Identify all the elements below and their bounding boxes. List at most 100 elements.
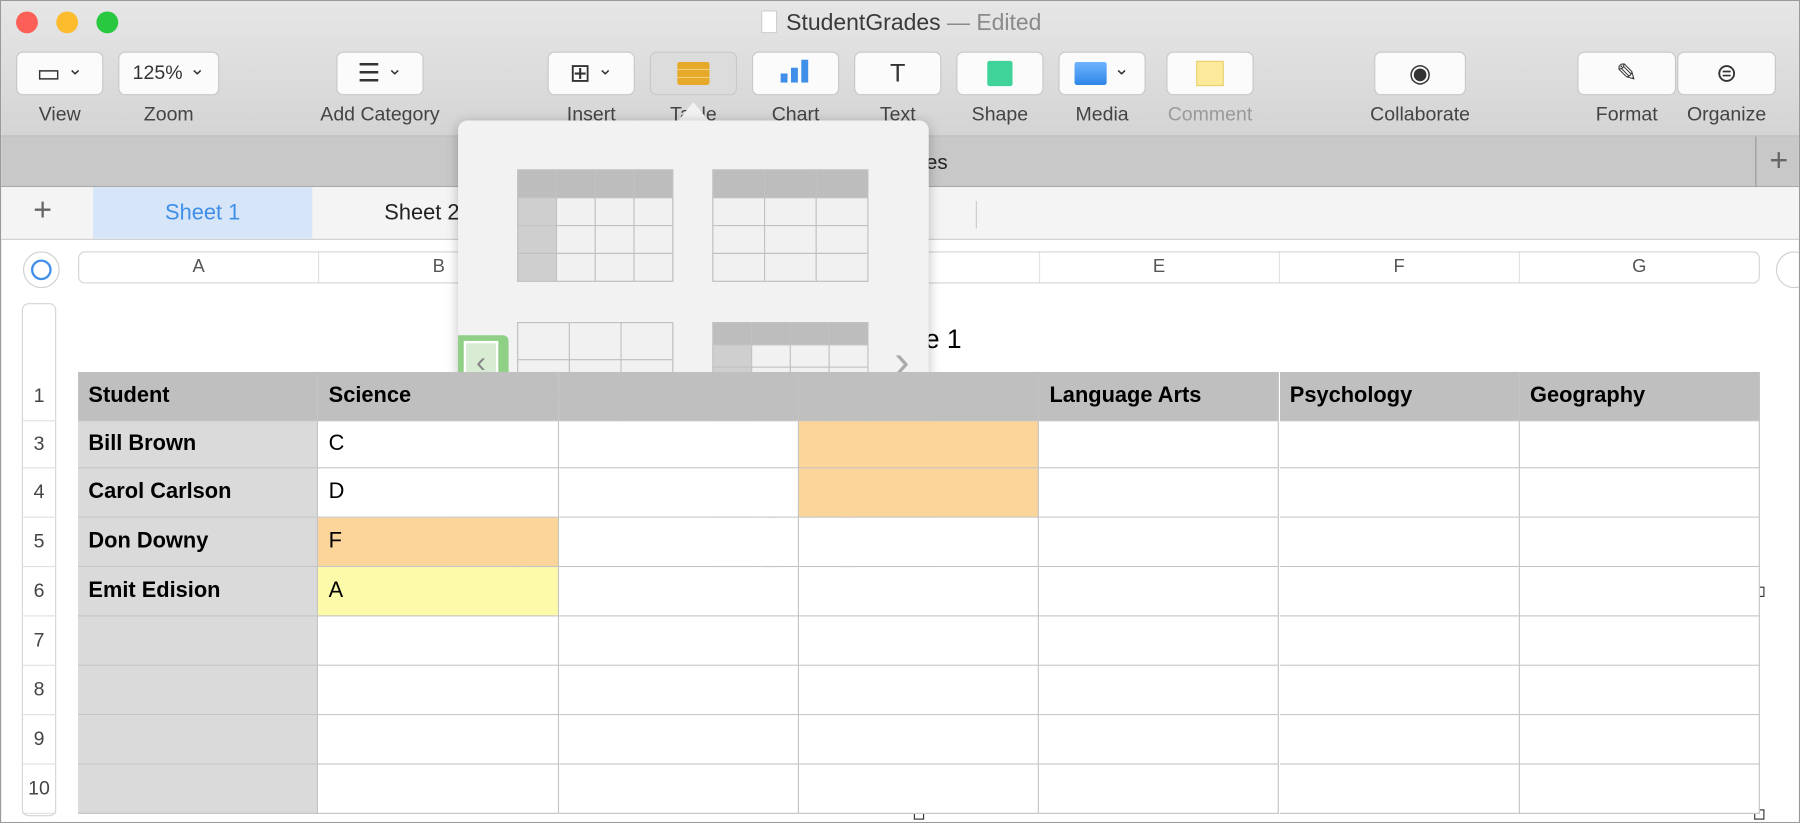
table-cell[interactable]	[798, 715, 1040, 765]
table-cell[interactable]	[1279, 764, 1520, 814]
table-cell[interactable]	[1039, 468, 1280, 518]
table-cell[interactable]: F	[318, 517, 559, 568]
table-cell[interactable]	[1039, 715, 1280, 765]
row-number[interactable]: 8	[21, 666, 57, 716]
select-table-button[interactable]	[22, 251, 60, 289]
table-cell[interactable]	[1519, 715, 1760, 765]
shape-button[interactable]	[956, 51, 1044, 96]
table-cell[interactable]	[1279, 517, 1520, 568]
add-sheet-plus-icon[interactable]: +	[33, 192, 52, 229]
table-cell[interactable]	[1519, 421, 1760, 469]
table-cell[interactable]: D	[318, 468, 559, 518]
header-cell[interactable]: Psychology	[1279, 371, 1520, 422]
chevron-down-icon: ⌄	[1113, 59, 1130, 80]
table-cell[interactable]	[1279, 567, 1520, 617]
table-cell[interactable]	[318, 665, 559, 716]
table-button[interactable]	[649, 51, 738, 96]
row-header-cell[interactable]: Carol Carlson	[78, 468, 319, 518]
table-cell[interactable]	[1279, 421, 1520, 469]
view-button[interactable]: ▭ ⌄	[16, 51, 104, 96]
sheet-tab-1[interactable]: Sheet 1	[92, 187, 313, 239]
chart-button[interactable]	[751, 51, 840, 96]
row-number[interactable]: 1	[21, 372, 57, 422]
table-cell[interactable]	[318, 764, 559, 814]
comment-button[interactable]	[1166, 51, 1254, 96]
row-header-cell[interactable]: Emit Edision	[78, 567, 319, 617]
table-cell[interactable]	[798, 567, 1040, 617]
new-tab-plus-icon[interactable]: +	[1755, 136, 1799, 188]
table-cell[interactable]	[1519, 616, 1760, 666]
row-number[interactable]: 5	[21, 518, 57, 568]
table-cell[interactable]	[558, 764, 799, 814]
table-cell[interactable]	[1519, 517, 1760, 568]
table-cell[interactable]	[1039, 421, 1280, 469]
table-cell[interactable]	[558, 421, 799, 469]
table-cell[interactable]	[1039, 517, 1280, 568]
table-cell[interactable]	[1039, 616, 1280, 666]
column-header-A[interactable]: A	[79, 252, 320, 283]
table-cell[interactable]	[1039, 665, 1280, 716]
organize-button[interactable]: ⊜	[1677, 51, 1776, 96]
column-header-F[interactable]: F	[1280, 252, 1520, 283]
table-cell[interactable]: A	[318, 567, 559, 617]
table-cell[interactable]	[558, 665, 799, 716]
table-cell[interactable]	[1039, 764, 1280, 814]
table-cell[interactable]	[1279, 616, 1520, 666]
row-header-cell[interactable]: Bill Brown	[78, 421, 319, 469]
row-number[interactable]: 7	[21, 616, 57, 666]
table-cell[interactable]	[1039, 567, 1280, 617]
table-cell[interactable]	[558, 517, 799, 568]
row-header-cell[interactable]	[78, 665, 319, 716]
header-cell[interactable]: Student	[78, 371, 319, 422]
format-button[interactable]: ✎	[1577, 51, 1677, 96]
table-style-2[interactable]	[712, 169, 869, 282]
row-header-cell[interactable]	[78, 616, 319, 666]
table-cell[interactable]	[558, 468, 799, 518]
table-cell[interactable]	[798, 616, 1040, 666]
table-cell[interactable]	[318, 715, 559, 765]
pause-icon[interactable]	[1775, 251, 1799, 289]
view-label: View	[38, 103, 81, 126]
table-cell[interactable]	[798, 764, 1040, 814]
table-cell[interactable]	[1279, 715, 1520, 765]
row-number[interactable]: 10	[21, 765, 57, 814]
media-button[interactable]: ⌄	[1058, 51, 1146, 96]
table-cell[interactable]	[1519, 764, 1760, 814]
table-cell[interactable]: C	[318, 421, 559, 469]
table-cell[interactable]	[558, 715, 799, 765]
header-cell[interactable]	[558, 371, 799, 422]
table-cell[interactable]	[1279, 468, 1520, 518]
toolbar: StudentGrades — Edited ▭ ⌄ View 125% ⌄ Zoom ☰ ⌄…	[1, 1, 1799, 137]
row-number[interactable]: 9	[21, 715, 57, 765]
add-category-button[interactable]: ☰ ⌄	[336, 51, 424, 96]
table-cell[interactable]	[798, 665, 1040, 716]
table-cell[interactable]	[558, 567, 799, 617]
row-header-cell[interactable]	[78, 764, 319, 814]
row-number[interactable]: 6	[21, 567, 57, 617]
row-header-cell[interactable]	[78, 715, 319, 765]
row-number[interactable]: 3	[21, 421, 57, 469]
row-number[interactable]: 4	[21, 468, 57, 518]
row-header-cell[interactable]: Don Downy	[78, 517, 319, 568]
table-cell[interactable]	[1279, 665, 1520, 716]
header-cell[interactable]: Geography	[1519, 371, 1760, 422]
table-cell[interactable]	[1519, 665, 1760, 716]
header-cell[interactable]: Language Arts	[1039, 371, 1280, 422]
header-cell[interactable]: Science	[318, 371, 559, 422]
header-cell[interactable]	[798, 371, 1040, 422]
insert-button[interactable]: ⊞ ⌄	[547, 51, 635, 96]
table-cell[interactable]	[558, 616, 799, 666]
column-header-E[interactable]: E	[1040, 252, 1280, 283]
text-button[interactable]: T	[854, 51, 942, 96]
table-cell[interactable]	[798, 468, 1040, 518]
collaborate-button[interactable]: ◉	[1374, 51, 1466, 96]
table-cell[interactable]	[1519, 567, 1760, 617]
table-style-1[interactable]	[517, 169, 674, 282]
circle-icon	[30, 259, 52, 281]
table-cell[interactable]	[798, 517, 1040, 568]
table-cell[interactable]	[1519, 468, 1760, 518]
table-cell[interactable]	[798, 421, 1040, 469]
table-cell[interactable]	[318, 616, 559, 666]
column-header-G[interactable]: G	[1520, 253, 1759, 283]
zoom-button[interactable]: 125% ⌄	[118, 51, 220, 96]
